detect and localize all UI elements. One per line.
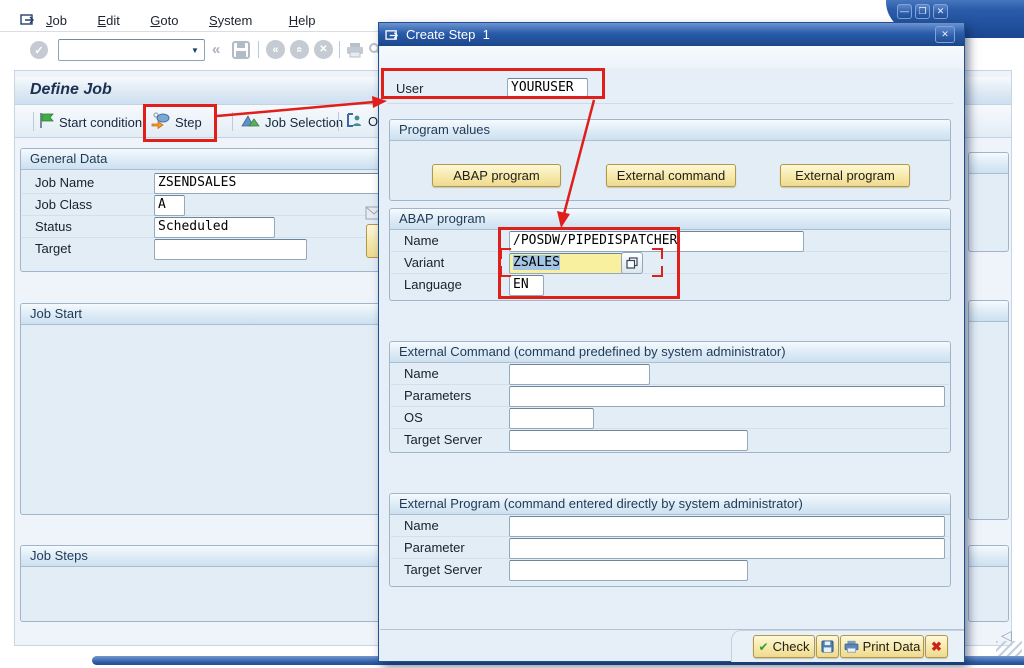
target-field[interactable] bbox=[154, 239, 307, 260]
print-data-label: Print Data bbox=[863, 639, 921, 654]
ep-name-label: Name bbox=[404, 518, 439, 533]
window-minimize-button[interactable]: — bbox=[897, 4, 912, 19]
user-row-divider bbox=[387, 103, 953, 104]
user-label: User bbox=[396, 81, 423, 96]
ec-parameters-field[interactable] bbox=[509, 386, 945, 407]
apptb-separator-0 bbox=[33, 112, 34, 131]
ep-name-field[interactable] bbox=[509, 516, 945, 537]
menu-help[interactable]: Help bbox=[289, 13, 316, 28]
ep-target-server-field[interactable] bbox=[509, 560, 748, 581]
menu-system[interactable]: System bbox=[209, 13, 252, 28]
mountains-icon bbox=[241, 112, 260, 132]
abap-program-button[interactable]: ABAP program bbox=[432, 164, 561, 187]
exit-button[interactable]: ✕ bbox=[314, 40, 333, 59]
program-values-title: Program values bbox=[390, 120, 950, 141]
status-label: Status bbox=[35, 219, 72, 234]
job-selection-button[interactable]: Job Selection bbox=[241, 112, 343, 132]
ec-name-field[interactable] bbox=[509, 364, 650, 385]
right-panel-fragment-1 bbox=[968, 152, 1009, 252]
abap-name-label: Name bbox=[404, 233, 439, 248]
ep-parameter-label: Parameter bbox=[404, 540, 465, 555]
menu-goto[interactable]: Goto bbox=[150, 13, 178, 28]
print-data-icon bbox=[844, 640, 859, 653]
job-class-field[interactable]: A bbox=[154, 195, 185, 216]
step-icon bbox=[150, 112, 170, 133]
save-icon[interactable] bbox=[232, 41, 250, 64]
save-step-button[interactable] bbox=[816, 635, 839, 658]
right-panel-fragment-2 bbox=[968, 300, 1009, 520]
dialog-close-button[interactable]: ✕ bbox=[935, 26, 955, 43]
flag-icon bbox=[39, 112, 54, 132]
abap-program-group: ABAP program Name /POSDW/PIPEDISPATCHER … bbox=[389, 208, 951, 301]
back-button[interactable]: « bbox=[266, 40, 285, 59]
print-icon[interactable] bbox=[346, 42, 364, 63]
start-condition-label: Start condition bbox=[59, 115, 142, 130]
target-label: Target bbox=[35, 241, 71, 256]
external-program-button[interactable]: External program bbox=[780, 164, 910, 187]
external-program-title: External Program (command entered direct… bbox=[390, 494, 950, 515]
ec-target-server-label: Target Server bbox=[404, 432, 482, 447]
dialog-icon bbox=[385, 29, 400, 41]
variant-overview-button[interactable] bbox=[621, 252, 643, 274]
apptb-separator-1 bbox=[232, 112, 233, 131]
collapse-icon[interactable]: « bbox=[212, 41, 220, 58]
dialog-top-band bbox=[380, 46, 964, 68]
user-field[interactable]: YOURUSER bbox=[507, 78, 588, 97]
ec-parameters-label: Parameters bbox=[404, 388, 471, 403]
page-title: Define Job bbox=[30, 81, 112, 99]
enter-button[interactable]: ✓ bbox=[30, 41, 48, 59]
step-label: Step bbox=[175, 115, 202, 130]
dialog-titlebar[interactable]: Create Step 1 bbox=[379, 23, 964, 46]
ec-name-label: Name bbox=[404, 366, 439, 381]
variant-selected-text: ZSALES bbox=[513, 255, 560, 270]
program-values-group: Program values ABAP program External com… bbox=[389, 119, 951, 201]
job-name-label: Job Name bbox=[35, 175, 94, 190]
command-field[interactable]: ▼ bbox=[58, 39, 205, 61]
ep-target-server-label: Target Server bbox=[404, 562, 482, 577]
window-maximize-button[interactable]: ❒ bbox=[915, 4, 930, 19]
dialog-title: Create Step 1 bbox=[406, 27, 490, 42]
external-command-button[interactable]: External command bbox=[606, 164, 736, 187]
person-icon bbox=[346, 112, 363, 131]
ec-os-field[interactable] bbox=[509, 408, 594, 429]
start-condition-button[interactable]: Start condition bbox=[39, 112, 142, 132]
external-program-group: External Program (command entered direct… bbox=[389, 493, 951, 587]
toolbar-separator bbox=[258, 41, 259, 58]
resize-grip[interactable] bbox=[996, 641, 1022, 656]
external-command-group: External Command (command predefined by … bbox=[389, 341, 951, 453]
ep-parameter-field[interactable] bbox=[509, 538, 945, 559]
ec-os-label: OS bbox=[404, 410, 423, 425]
check-label: Check bbox=[773, 639, 810, 654]
external-command-title: External Command (command predefined by … bbox=[390, 342, 950, 363]
job-class-label: Job Class bbox=[35, 197, 92, 212]
variant-label: Variant bbox=[404, 255, 444, 270]
check-icon: ✔ bbox=[759, 640, 769, 654]
variant-field[interactable]: ZSALES bbox=[509, 253, 624, 274]
apptb-separator-2 bbox=[338, 112, 339, 131]
create-step-dialog: Create Step 1 ✕ User YOURUSER Program va… bbox=[378, 22, 965, 662]
job-selection-label: Job Selection bbox=[265, 115, 343, 130]
abap-program-title: ABAP program bbox=[390, 209, 950, 230]
cancel-step-button[interactable]: ✖ bbox=[925, 635, 948, 658]
toolbar-separator-2 bbox=[339, 41, 340, 58]
language-label: Language bbox=[404, 277, 462, 292]
right-panel-fragment-3 bbox=[968, 545, 1009, 622]
ec-target-server-field[interactable] bbox=[509, 430, 748, 451]
status-field[interactable]: Scheduled bbox=[154, 217, 275, 238]
sap-screen-icon bbox=[20, 13, 36, 31]
menu-job[interactable]: Job bbox=[46, 13, 67, 28]
abap-name-field[interactable]: /POSDW/PIPEDISPATCHER bbox=[509, 231, 804, 252]
print-data-button[interactable]: Print Data bbox=[840, 635, 924, 658]
window-close-button[interactable]: ✕ bbox=[933, 4, 948, 19]
language-field[interactable]: EN bbox=[509, 275, 544, 296]
menu-edit[interactable]: Edit bbox=[97, 13, 119, 28]
step-button[interactable]: Step bbox=[150, 112, 202, 133]
check-button[interactable]: ✔ Check bbox=[753, 635, 815, 658]
page-up-button[interactable]: « bbox=[290, 40, 309, 59]
command-dropdown-icon[interactable]: ▼ bbox=[186, 40, 204, 60]
